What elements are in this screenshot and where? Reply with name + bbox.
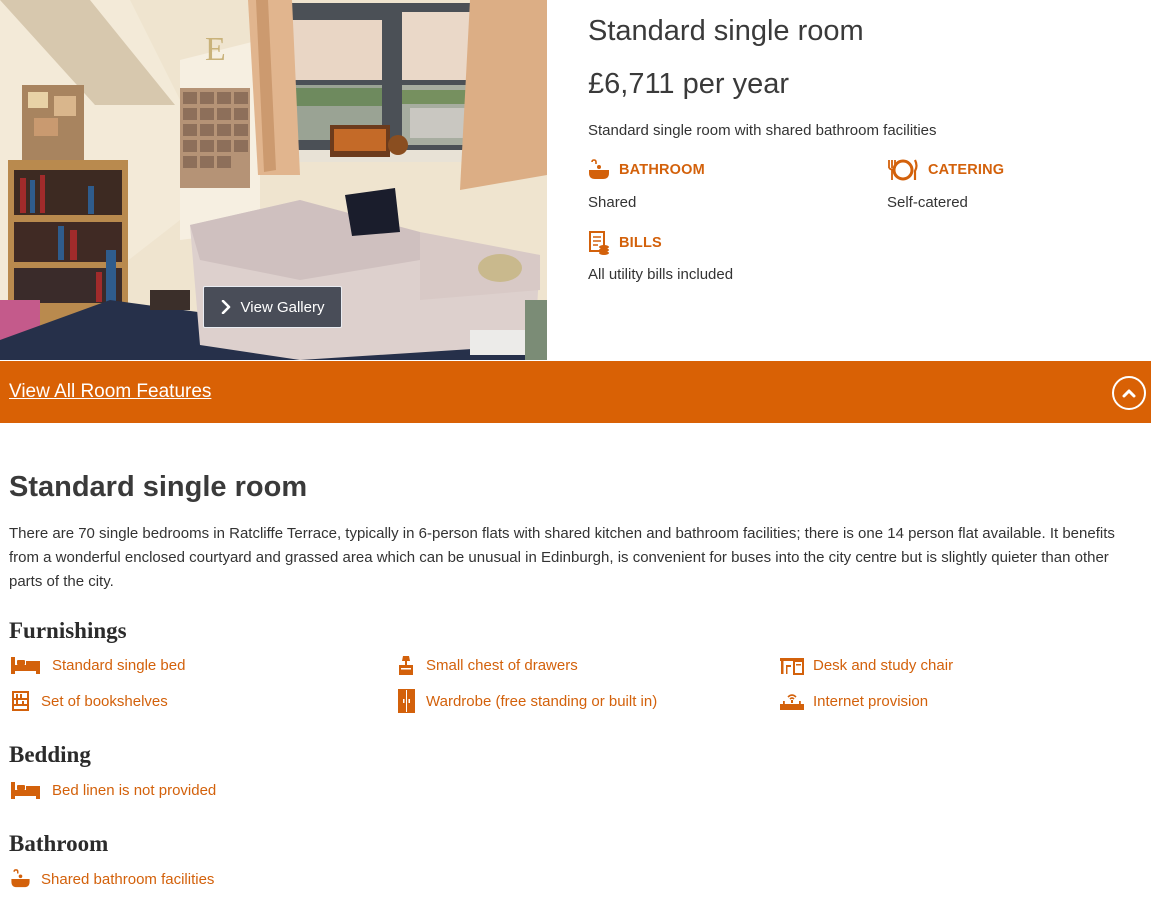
furnishing-item: Desk and study chair xyxy=(780,655,953,675)
details-title: Standard single room xyxy=(9,471,308,503)
bath-icon xyxy=(11,869,30,888)
furnishing-item: Set of bookshelves xyxy=(12,691,168,711)
feature-bathroom-label: BATHROOM xyxy=(619,162,705,178)
svg-text:E: E xyxy=(205,31,226,68)
bedding-item: Bed linen is not provided xyxy=(10,780,216,800)
furnishing-item: Standard single bed xyxy=(10,655,185,675)
feature-catering-value: Self-catered xyxy=(887,194,968,211)
bedding-heading: Bedding xyxy=(9,742,91,767)
feature-bills-label: BILLS xyxy=(619,235,662,251)
drawers-icon xyxy=(399,656,413,675)
bookshelf-icon xyxy=(12,691,29,711)
bathroom-item: Shared bathroom facilities xyxy=(10,869,214,889)
details-paragraph: There are 70 single bedrooms in Ratcliff… xyxy=(9,525,1115,590)
room-summary: E View Gallery Standard single room £6,7… xyxy=(0,0,1151,360)
furnishing-label: Wardrobe (free standing or built in) xyxy=(426,692,658,710)
feature-bills: BILLS xyxy=(588,231,662,255)
wardrobe-icon xyxy=(398,689,415,713)
collapse-button[interactable] xyxy=(1112,376,1146,410)
furnishings-heading: Furnishings xyxy=(9,618,127,643)
bathroom-label: Shared bathroom facilities xyxy=(41,870,215,888)
room-price: £6,711 per year xyxy=(588,68,789,100)
furnishing-label: Set of bookshelves xyxy=(41,692,168,710)
desk-icon xyxy=(780,658,804,675)
room-title: Standard single room xyxy=(588,15,864,47)
bathroom-heading: Bathroom xyxy=(9,831,109,856)
bedding-label: Bed linen is not provided xyxy=(52,781,217,799)
chevron-right-icon xyxy=(221,300,230,314)
feature-catering-label: CATERING xyxy=(928,162,1005,178)
room-description: Standard single room with shared bathroo… xyxy=(588,122,937,139)
furnishing-item: Small chest of drawers xyxy=(398,655,578,676)
feature-catering: CATERING xyxy=(887,158,1004,182)
view-all-room-features-link[interactable]: View All Room Features xyxy=(9,381,211,403)
furnishing-label: Internet provision xyxy=(813,692,929,710)
bed-icon xyxy=(11,657,40,674)
view-gallery-button[interactable]: View Gallery xyxy=(203,286,342,328)
bed-icon xyxy=(11,782,40,799)
feature-bathroom: BATHROOM xyxy=(588,159,705,181)
furnishing-item: Internet provision xyxy=(780,691,928,711)
bath-icon xyxy=(589,159,609,179)
furnishing-label: Desk and study chair xyxy=(813,656,954,674)
router-icon xyxy=(780,694,804,710)
furnishing-item: Wardrobe (free standing or built in) xyxy=(398,689,657,713)
feature-bills-value: All utility bills included xyxy=(588,266,734,283)
room-features-bar: View All Room Features xyxy=(0,361,1151,423)
furnishing-label: Small chest of drawers xyxy=(426,657,578,674)
chevron-up-icon xyxy=(1122,389,1136,398)
feature-bathroom-value: Shared xyxy=(588,194,637,211)
furnishing-label: Standard single bed xyxy=(52,656,186,674)
room-photo[interactable]: E View Gallery xyxy=(0,0,547,360)
plate-cutlery-icon xyxy=(888,159,918,181)
bill-icon xyxy=(589,231,609,255)
view-gallery-label: View Gallery xyxy=(240,298,325,316)
